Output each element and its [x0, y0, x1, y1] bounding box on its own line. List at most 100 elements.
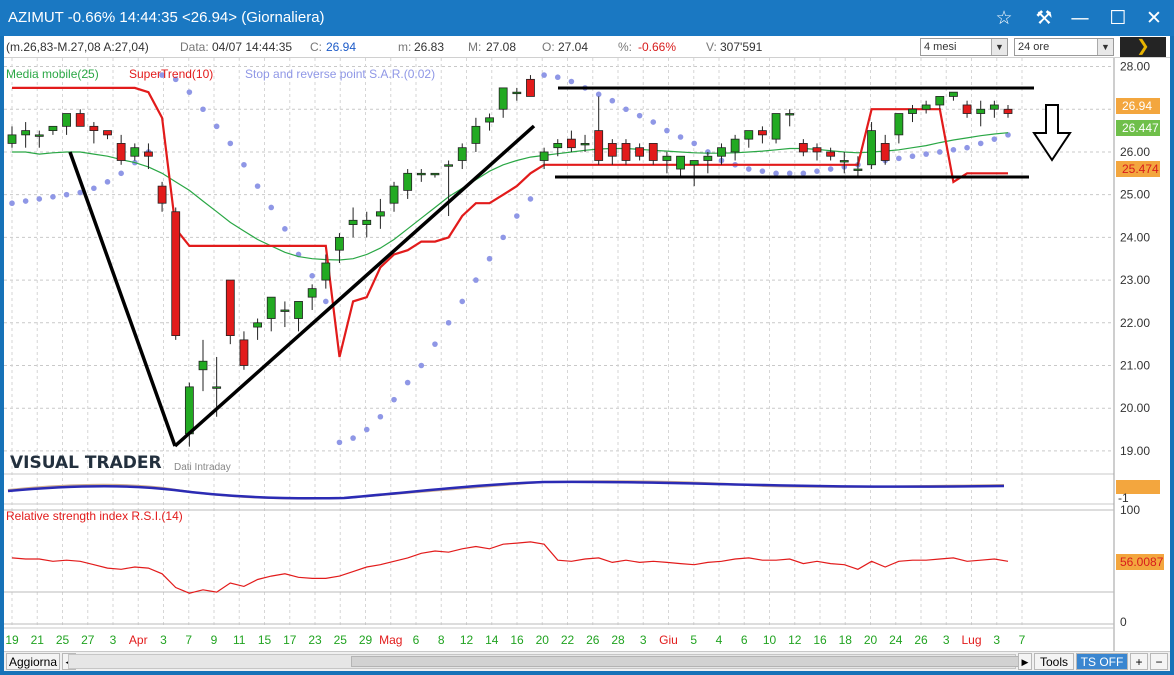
- candle: [157, 181, 167, 212]
- candle-body: [758, 130, 767, 136]
- candle-body: [989, 104, 999, 110]
- zoom-in-button[interactable]: +: [1130, 653, 1148, 670]
- sar-dot: [418, 362, 425, 369]
- date-label: Data:: [180, 40, 209, 54]
- chart-canvas[interactable]: 28.0027.0026.0025.0024.0023.0022.0021.00…: [4, 58, 1170, 651]
- candle: [416, 169, 426, 182]
- candle-body: [539, 151, 549, 161]
- maximize-icon[interactable]: ☐: [1104, 6, 1132, 30]
- refresh-button[interactable]: Aggiorna: [6, 653, 60, 670]
- candle: [1003, 104, 1013, 118]
- down-arrow-icon: [1032, 104, 1072, 162]
- candle-body: [7, 134, 17, 144]
- candle-body: [648, 143, 658, 161]
- sar-dot: [22, 198, 29, 204]
- y-tick-label: 26.00: [1120, 145, 1150, 159]
- x-tick-label: 17: [283, 633, 297, 647]
- candle: [457, 143, 467, 170]
- sar-dot: [568, 78, 575, 85]
- candle-body: [171, 211, 181, 337]
- candle-body: [321, 262, 331, 281]
- candle-body: [689, 160, 699, 166]
- sar-dot: [814, 168, 820, 174]
- star-icon[interactable]: ☆: [990, 6, 1018, 30]
- timeframe-select[interactable]: 24 ore ▼: [1014, 38, 1114, 56]
- rsi-panel: Relative strength index R.S.I.(14) 100 5…: [4, 503, 1164, 629]
- candle: [744, 130, 754, 148]
- close-icon[interactable]: ✕: [1140, 6, 1168, 30]
- x-tick-label: 3: [160, 633, 167, 647]
- candle: [867, 122, 876, 170]
- candle-body: [867, 130, 876, 166]
- x-tick-label: 12: [460, 633, 474, 647]
- sar-dot: [254, 183, 261, 189]
- sar-dot: [36, 196, 43, 202]
- candle-body: [526, 78, 535, 97]
- sar-dot: [909, 153, 916, 160]
- legend-sar: Stop and reverse point S.A.R.(0.02): [245, 67, 435, 81]
- candle-body: [75, 113, 85, 127]
- candle: [171, 207, 181, 340]
- candle-body: [826, 151, 836, 157]
- candle-body: [594, 130, 604, 161]
- candle-body: [403, 172, 413, 191]
- sar-dot: [104, 179, 111, 185]
- scroll-thumb[interactable]: [351, 656, 1021, 667]
- x-tick-label: 6: [741, 633, 748, 647]
- horizontal-scrollbar[interactable]: [68, 654, 1021, 669]
- sar-dot: [554, 74, 561, 81]
- minimize-icon[interactable]: —: [1066, 6, 1094, 30]
- candle: [75, 109, 85, 127]
- oscillator-line-1: [7, 480, 1005, 500]
- candle-body: [253, 322, 262, 328]
- candle-body: [21, 130, 31, 136]
- go-chevron-button[interactable]: ❯: [1120, 37, 1166, 57]
- candle: [62, 113, 71, 135]
- y-tick-label: 28.00: [1120, 60, 1150, 74]
- chart-area[interactable]: 28.0027.0026.0025.0024.0023.0022.0021.00…: [4, 58, 1170, 651]
- pct-value: -0.66%: [638, 40, 677, 54]
- date-axis: 19 21 25 27 3 Apr 3 7 9 11 15 17 23 25 29 Mag 6 8 12 14 16 20…: [5, 633, 1025, 647]
- candle: [635, 143, 645, 161]
- candle: [839, 151, 849, 174]
- x-tick-label: 3: [993, 633, 1000, 647]
- sar-dot: [445, 319, 452, 326]
- candle: [826, 147, 836, 161]
- rsi-series: [11, 541, 1009, 594]
- bottom-bar: Aggiorna ◀ ▶ Tools TS OFF + −: [4, 651, 1170, 671]
- sar-dot: [241, 161, 247, 168]
- period-select[interactable]: 4 mesi ▼: [920, 38, 1008, 56]
- ts-off-button[interactable]: TS OFF: [1076, 653, 1128, 670]
- candle-body: [485, 117, 494, 123]
- x-tick-label: 10: [763, 633, 777, 647]
- candle-body: [894, 113, 904, 136]
- x-tick-label: Giu: [659, 633, 678, 647]
- sar-dot: [936, 149, 943, 155]
- x-tick-label: 7: [1019, 633, 1026, 647]
- sar-dot: [363, 426, 370, 433]
- last-price-text: 26.94: [1122, 99, 1152, 113]
- candle: [594, 96, 604, 165]
- sar-dot: [91, 185, 97, 192]
- timeframe-dropdown-icon: ▼: [1097, 39, 1113, 55]
- tools-button[interactable]: Tools: [1034, 653, 1074, 670]
- candle-body: [307, 288, 317, 298]
- x-tick-label: 5: [690, 633, 697, 647]
- min-value: 26.83: [414, 40, 445, 54]
- scroll-right-icon[interactable]: ▶: [1018, 653, 1032, 670]
- hammer-icon[interactable]: ⚒: [1030, 6, 1058, 30]
- candle: [758, 126, 767, 144]
- candle: [130, 143, 140, 161]
- x-tick-label: 25: [334, 633, 348, 647]
- date-value: 04/07 14:44:35: [212, 40, 293, 54]
- sar-dot: [759, 168, 766, 174]
- candle: [812, 143, 822, 161]
- candle-body: [184, 386, 194, 435]
- candle-body: [621, 143, 631, 161]
- sar-dot: [486, 255, 493, 262]
- candle-body: [853, 168, 863, 171]
- candle-body: [703, 155, 713, 161]
- sar-dot: [896, 155, 902, 162]
- sar-dot: [664, 127, 670, 134]
- zoom-out-button[interactable]: −: [1150, 653, 1168, 670]
